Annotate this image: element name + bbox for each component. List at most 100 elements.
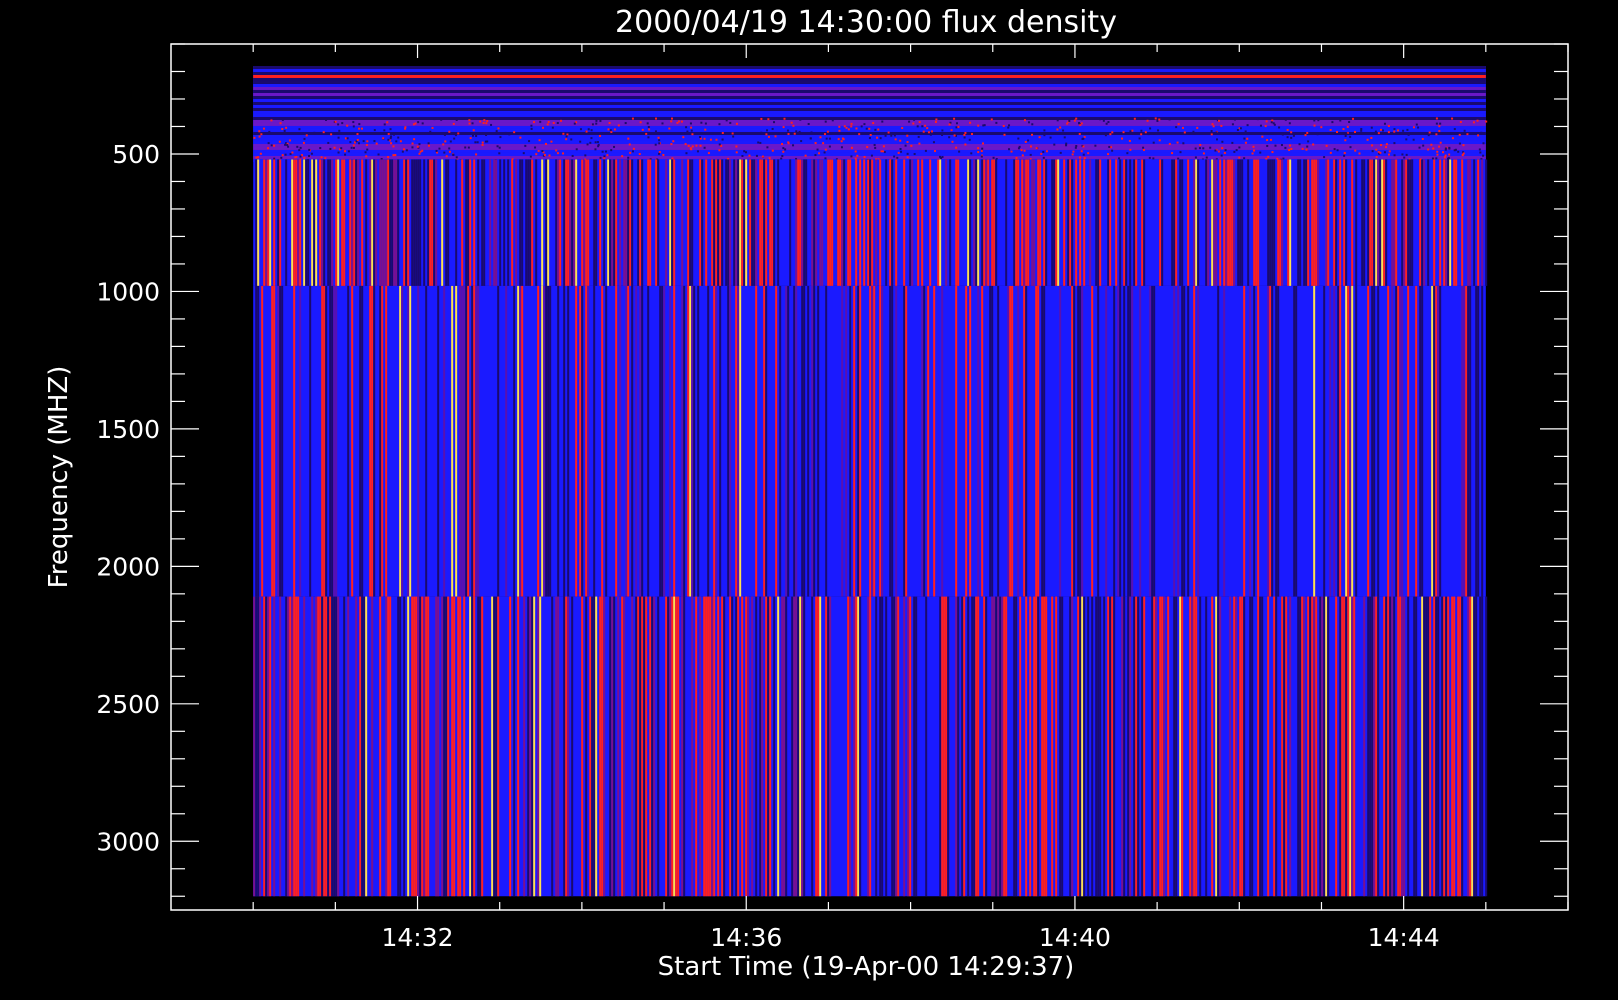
band-column bbox=[803, 159, 806, 286]
band-column bbox=[569, 159, 572, 286]
band-column bbox=[1249, 596, 1252, 897]
band-speckle bbox=[1313, 119, 1316, 122]
band-column bbox=[669, 159, 672, 286]
band-column bbox=[1369, 596, 1372, 897]
band-column bbox=[1281, 159, 1284, 286]
band-speckle bbox=[541, 150, 544, 153]
band-column bbox=[611, 159, 614, 286]
band-column bbox=[1447, 159, 1450, 286]
band-streak bbox=[253, 68, 1486, 72]
band-column bbox=[977, 596, 980, 897]
band-column bbox=[1073, 285, 1076, 597]
band-speckle bbox=[819, 136, 822, 139]
band-speckle bbox=[1075, 117, 1078, 120]
band-column bbox=[945, 159, 948, 286]
band-column bbox=[1345, 596, 1348, 897]
band-column bbox=[1175, 596, 1178, 897]
band-speckle bbox=[438, 147, 441, 150]
band-speckle bbox=[392, 133, 395, 136]
band-speckle bbox=[1108, 145, 1111, 148]
band-column bbox=[1143, 159, 1146, 286]
band-column bbox=[801, 285, 804, 597]
band-column bbox=[1253, 159, 1256, 286]
band-column bbox=[783, 596, 786, 897]
band-speckle bbox=[1377, 132, 1380, 135]
band-column bbox=[1121, 596, 1124, 897]
band-column bbox=[267, 596, 270, 897]
band-speckle bbox=[356, 133, 359, 136]
band-column bbox=[1361, 159, 1364, 286]
band-speckle bbox=[1244, 141, 1247, 144]
band-streak bbox=[253, 116, 1486, 120]
band-speckle bbox=[1079, 124, 1082, 127]
band-speckle bbox=[599, 119, 602, 122]
band-column bbox=[357, 159, 360, 286]
band-column bbox=[613, 159, 616, 286]
band-speckle bbox=[631, 150, 634, 153]
band-speckle bbox=[1387, 124, 1390, 127]
band-column bbox=[317, 596, 320, 897]
band-column bbox=[441, 596, 444, 897]
band-column bbox=[897, 596, 900, 897]
band-speckle bbox=[364, 151, 367, 154]
band-column bbox=[717, 596, 720, 897]
band-column bbox=[539, 596, 542, 897]
band-column bbox=[991, 596, 994, 897]
band-speckle bbox=[375, 142, 378, 145]
band-speckle bbox=[1438, 145, 1441, 148]
band-speckle bbox=[347, 150, 350, 153]
band-speckle bbox=[1417, 126, 1420, 129]
band-speckle bbox=[1266, 144, 1269, 147]
band-speckle bbox=[1265, 120, 1268, 123]
band-column bbox=[545, 159, 548, 286]
band-column bbox=[519, 285, 522, 597]
band-column bbox=[493, 596, 496, 897]
band-speckle bbox=[403, 148, 406, 151]
band-speckle bbox=[890, 134, 893, 137]
band-column bbox=[1109, 596, 1112, 897]
band-speckle bbox=[1118, 157, 1121, 160]
band-speckle bbox=[970, 152, 973, 155]
band-column bbox=[1107, 596, 1110, 897]
band-speckle bbox=[320, 156, 323, 159]
band-column bbox=[1339, 596, 1342, 897]
band-speckle bbox=[589, 141, 592, 144]
band-speckle bbox=[279, 122, 282, 125]
band-column bbox=[497, 285, 500, 597]
band-column bbox=[1311, 159, 1314, 286]
band-column bbox=[595, 596, 598, 897]
band-column bbox=[495, 159, 498, 286]
band-column bbox=[563, 596, 566, 897]
band-column bbox=[1441, 596, 1444, 897]
band-speckle bbox=[882, 145, 885, 148]
band-speckle bbox=[658, 142, 661, 145]
band-speckle bbox=[1078, 156, 1081, 159]
band-speckle bbox=[638, 152, 641, 155]
band-speckle bbox=[645, 132, 648, 135]
band-column bbox=[735, 596, 738, 897]
band-speckle bbox=[904, 144, 907, 147]
band-speckle bbox=[1148, 156, 1151, 159]
band-column bbox=[691, 285, 694, 597]
band-column bbox=[661, 285, 664, 597]
band-speckle bbox=[1018, 145, 1021, 148]
band-column bbox=[575, 285, 578, 597]
band-column bbox=[1233, 159, 1236, 286]
band-column bbox=[769, 596, 772, 897]
band-column bbox=[1225, 159, 1228, 286]
band-speckle bbox=[1107, 153, 1110, 156]
band-speckle bbox=[807, 122, 810, 125]
band-speckle bbox=[1428, 131, 1431, 134]
band-speckle bbox=[1431, 157, 1434, 160]
band-column bbox=[745, 596, 748, 897]
band-column bbox=[601, 596, 604, 897]
band-column bbox=[1381, 159, 1384, 286]
band-speckle bbox=[1427, 134, 1430, 137]
band-speckle bbox=[1038, 132, 1041, 135]
band-column bbox=[1321, 596, 1324, 897]
band-speckle bbox=[529, 155, 532, 158]
band-column bbox=[519, 159, 522, 286]
band-column bbox=[617, 596, 620, 897]
band-speckle bbox=[1158, 118, 1161, 121]
band-column bbox=[585, 159, 588, 286]
